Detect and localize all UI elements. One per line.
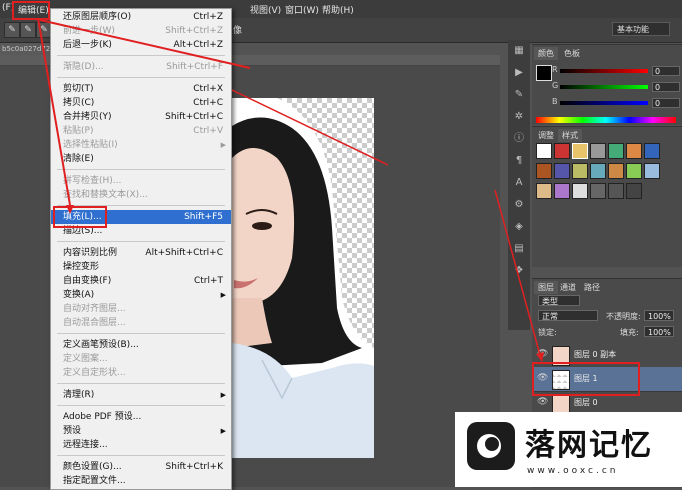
watermark-url: www.ooxc.cn [527,466,619,476]
watermark-title: 落网记忆 [525,428,653,463]
watermark-logo-icon [467,422,515,470]
watermark-badge: 落网记忆 www.ooxc.cn [455,412,682,487]
